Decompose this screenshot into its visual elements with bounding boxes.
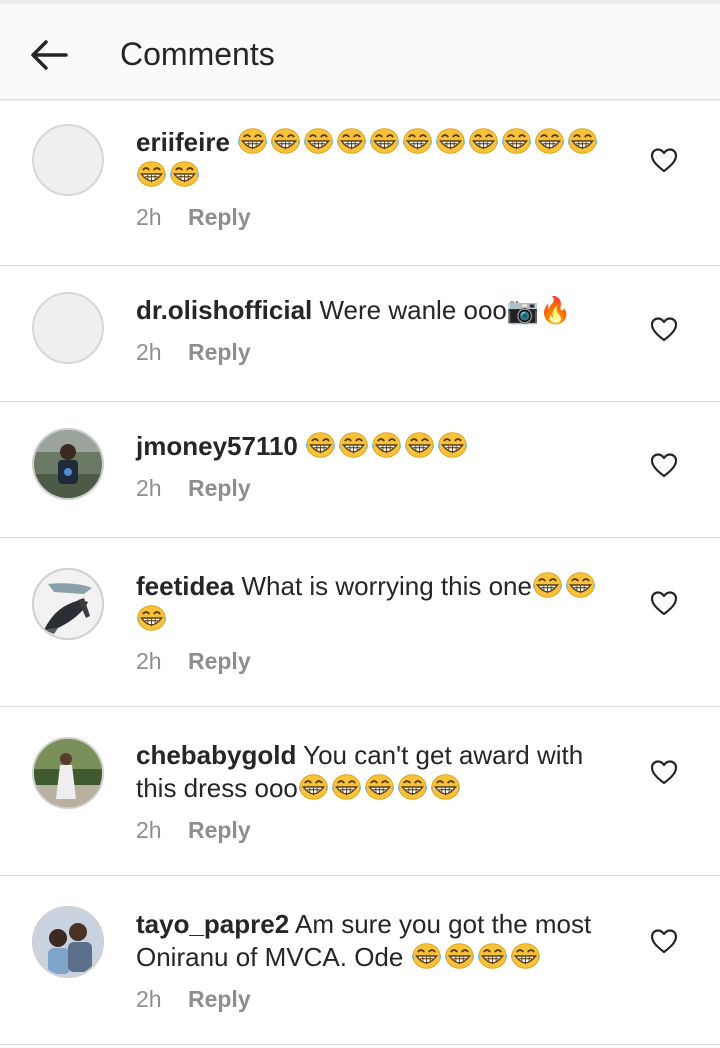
comment-body: What is worrying this one xyxy=(241,571,532,601)
laughing-emoji-icon xyxy=(306,432,336,458)
comment-meta: 2h Reply xyxy=(136,817,622,844)
back-arrow-icon[interactable] xyxy=(28,34,70,76)
reply-button[interactable]: Reply xyxy=(188,648,251,674)
laughing-emoji-icon xyxy=(238,128,268,154)
comment-text: dr.olishofficial Were wanle ooo📷🔥 xyxy=(136,294,622,327)
emoji-group xyxy=(305,431,470,461)
comment-username[interactable]: eriifeire xyxy=(136,127,230,157)
laughing-emoji-icon xyxy=(403,128,433,154)
comment-meta: 2h Reply xyxy=(136,475,622,502)
heart-icon[interactable] xyxy=(650,147,678,173)
comment-time: 2h xyxy=(136,475,162,501)
laughing-emoji-icon xyxy=(337,128,367,154)
header-bar: Comments xyxy=(0,0,720,100)
comment-username[interactable]: feetidea xyxy=(136,571,234,601)
reply-button[interactable]: Reply xyxy=(188,986,251,1012)
comment-text: chebabygold You can't get award with thi… xyxy=(136,739,622,805)
laughing-emoji-icon xyxy=(411,943,441,969)
laughing-emoji-icon xyxy=(444,943,474,969)
avatar-photo xyxy=(34,430,102,498)
comment-time: 2h xyxy=(136,648,162,674)
avatar-photo xyxy=(34,570,102,638)
comment-meta: 2h Reply xyxy=(136,986,622,1013)
laughing-emoji-icon xyxy=(137,161,166,187)
laughing-emoji-icon xyxy=(170,161,199,187)
laughing-emoji-icon xyxy=(477,943,507,969)
comment-item: chebabygold You can't get award with thi… xyxy=(0,707,720,876)
page-title: Comments xyxy=(120,36,275,72)
comment-body: Were wanle ooo📷🔥 xyxy=(319,295,572,325)
avatar-photo xyxy=(34,739,102,807)
reply-button[interactable]: Reply xyxy=(188,339,251,365)
avatar[interactable] xyxy=(32,906,104,978)
comment-item: jmoney57110 2h Reply xyxy=(0,402,720,538)
comment-text: feetidea What is worrying this one xyxy=(136,570,622,636)
comment-username[interactable]: jmoney57110 xyxy=(136,431,298,461)
comment-username[interactable]: dr.olishofficial xyxy=(136,295,312,325)
avatar[interactable] xyxy=(32,568,104,640)
reply-button[interactable]: Reply xyxy=(188,475,251,501)
laughing-emoji-icon xyxy=(331,774,361,800)
reply-button[interactable]: Reply xyxy=(188,204,251,230)
comment-item: tayo_papre2 Am sure you got the most Oni… xyxy=(0,876,720,1045)
heart-icon[interactable] xyxy=(650,759,678,785)
laughing-emoji-icon xyxy=(364,774,394,800)
comment-time: 2h xyxy=(136,817,162,843)
laughing-emoji-icon xyxy=(339,432,369,458)
laughing-emoji-icon xyxy=(137,605,166,631)
laughing-emoji-icon xyxy=(370,128,400,154)
comment-time: 2h xyxy=(136,339,162,365)
reply-button[interactable]: Reply xyxy=(188,817,251,843)
emoji-group xyxy=(298,773,463,803)
comment-meta: 2h Reply xyxy=(136,204,622,231)
laughing-emoji-icon xyxy=(304,128,334,154)
comment-time: 2h xyxy=(136,986,162,1012)
laughing-emoji-icon xyxy=(533,572,562,598)
laughing-emoji-icon xyxy=(469,128,499,154)
avatar[interactable] xyxy=(32,737,104,809)
comment-username[interactable]: tayo_papre2 xyxy=(136,909,289,939)
comment-item: dr.olishofficial Were wanle ooo📷🔥 2h Rep… xyxy=(0,266,720,402)
laughing-emoji-icon xyxy=(510,943,540,969)
avatar[interactable] xyxy=(32,292,104,364)
heart-icon[interactable] xyxy=(650,590,678,616)
comment-list: eriifeire 2h Reply dr.olishofficial Were… xyxy=(0,100,720,1045)
comment-item: eriifeire 2h Reply xyxy=(0,100,720,266)
comment-username[interactable]: chebabygold xyxy=(136,740,296,770)
laughing-emoji-icon xyxy=(535,128,565,154)
laughing-emoji-icon xyxy=(436,128,466,154)
avatar-photo xyxy=(34,908,102,976)
laughing-emoji-icon xyxy=(502,128,532,154)
avatar[interactable] xyxy=(32,124,104,196)
emoji-group xyxy=(411,942,543,972)
laughing-emoji-icon xyxy=(430,774,460,800)
laughing-emoji-icon xyxy=(298,774,328,800)
comment-meta: 2h Reply xyxy=(136,648,622,675)
laughing-emoji-icon xyxy=(438,432,468,458)
comment-time: 2h xyxy=(136,204,162,230)
laughing-emoji-icon xyxy=(397,774,427,800)
comment-text: eriifeire xyxy=(136,126,622,192)
laughing-emoji-icon xyxy=(271,128,301,154)
laughing-emoji-icon xyxy=(405,432,435,458)
heart-icon[interactable] xyxy=(650,452,678,478)
comment-item: feetidea What is worrying this one 2h Re… xyxy=(0,538,720,707)
laughing-emoji-icon xyxy=(372,432,402,458)
comment-meta: 2h Reply xyxy=(136,339,622,366)
avatar[interactable] xyxy=(32,428,104,500)
laughing-emoji-icon xyxy=(566,572,595,598)
laughing-emoji-icon xyxy=(568,128,598,154)
heart-icon[interactable] xyxy=(650,316,678,342)
heart-icon[interactable] xyxy=(650,928,678,954)
comment-text: tayo_papre2 Am sure you got the most Oni… xyxy=(136,908,622,974)
comment-text: jmoney57110 xyxy=(136,430,622,463)
